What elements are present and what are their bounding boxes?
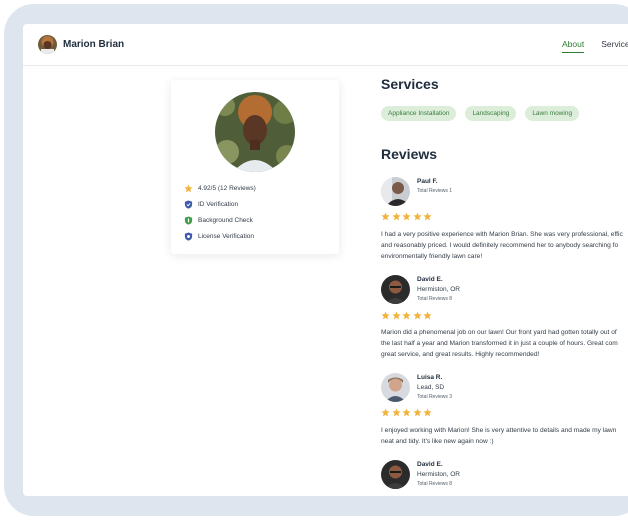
review-text: I enjoyed working with Marion! She is ve… bbox=[381, 427, 617, 445]
reviewer-avatar bbox=[381, 275, 410, 304]
reviewer-total: Total Reviews 8 bbox=[417, 481, 453, 487]
reviewer-avatar bbox=[381, 177, 410, 206]
shield-check-icon bbox=[184, 199, 193, 209]
reviewer-meta: David E. Hermiston, OR Total Reviews 8 bbox=[417, 460, 460, 489]
nav-tab-about[interactable]: About bbox=[562, 39, 585, 53]
star-rating bbox=[381, 311, 432, 320]
star-icon bbox=[184, 183, 193, 192]
service-chip[interactable]: Landscaping bbox=[465, 106, 517, 121]
reviewer-name: David E. bbox=[417, 461, 443, 468]
review-text: I had a very positive experience with Ma… bbox=[381, 231, 623, 260]
main-nav: About Services bbox=[562, 39, 628, 53]
check-background: Background Check bbox=[184, 212, 256, 228]
star-icon bbox=[412, 212, 422, 221]
profile-name: Marion Brian bbox=[63, 39, 125, 50]
star-icon bbox=[391, 212, 401, 221]
check-label: ID Verification bbox=[198, 200, 239, 208]
profile-card: 4.92/5 (12 Reviews) ID Verification Back… bbox=[171, 80, 339, 254]
star-rating bbox=[381, 212, 432, 221]
star-icon bbox=[402, 311, 411, 320]
reviewer-location: Hermiston, OR bbox=[417, 286, 460, 293]
star-icon bbox=[423, 212, 432, 221]
check-label: License Verification bbox=[198, 232, 255, 240]
reviewer-meta: Luisa R. Lead, SD Total Reviews 3 bbox=[417, 373, 452, 402]
service-chip[interactable]: Lawn mowing bbox=[525, 106, 580, 121]
service-chips: Appliance Installation Landscaping Lawn … bbox=[381, 106, 580, 121]
nav-tab-services[interactable]: Services bbox=[601, 39, 628, 53]
reviewer-meta: Paul F. Total Reviews 1 bbox=[417, 177, 452, 206]
reviewer-total: Total Reviews 8 bbox=[417, 296, 453, 302]
reviewer-avatar bbox=[381, 460, 410, 489]
check-license: License Verification bbox=[184, 228, 256, 244]
services-heading: Services bbox=[381, 76, 439, 92]
reviewer-total: Total Reviews 1 bbox=[417, 188, 453, 194]
star-icon bbox=[402, 212, 411, 221]
brand[interactable]: Marion Brian bbox=[38, 35, 124, 54]
reviews-heading: Reviews bbox=[381, 146, 438, 162]
reviewer-meta: David E. Hermiston, OR Total Reviews 8 bbox=[417, 275, 460, 304]
review-header: Paul F. Total Reviews 1 bbox=[381, 177, 452, 206]
check-label: Background Check bbox=[198, 216, 253, 224]
profile-photo bbox=[215, 92, 295, 172]
star-icon bbox=[381, 408, 390, 417]
reviewer-name: David E. bbox=[417, 276, 443, 283]
check-id-verification: ID Verification bbox=[184, 196, 256, 212]
review-header: David E. Hermiston, OR Total Reviews 8 bbox=[381, 275, 460, 304]
star-icon bbox=[391, 408, 401, 417]
review-header: David E. Hermiston, OR Total Reviews 8 bbox=[381, 460, 460, 489]
top-navigation-bar: Marion Brian About Services bbox=[23, 24, 628, 66]
star-icon bbox=[402, 408, 411, 417]
reviewer-location: Hermiston, OR bbox=[417, 471, 460, 478]
reviewer-avatar bbox=[381, 373, 410, 402]
shield-star-icon bbox=[184, 231, 193, 241]
rating-row: 4.92/5 (12 Reviews) bbox=[184, 180, 256, 196]
review-text: Marion did a phenomenal job on our lawn!… bbox=[381, 329, 618, 358]
header-avatar bbox=[38, 35, 57, 54]
reviewer-total: Total Reviews 3 bbox=[417, 394, 453, 400]
star-icon bbox=[381, 212, 390, 221]
star-icon bbox=[423, 311, 432, 320]
star-icon bbox=[391, 311, 401, 320]
app-screen: Marion Brian About Services bbox=[23, 24, 628, 496]
star-icon bbox=[423, 408, 432, 417]
rating-text: 4.92/5 (12 Reviews) bbox=[198, 184, 256, 192]
reviewer-name: Luisa R. bbox=[417, 374, 443, 381]
reviewer-location: Lead, SD bbox=[417, 384, 445, 391]
star-icon bbox=[381, 311, 390, 320]
reviewer-name: Paul F. bbox=[417, 178, 438, 185]
service-chip[interactable]: Appliance Installation bbox=[381, 106, 457, 121]
verification-list: 4.92/5 (12 Reviews) ID Verification Back… bbox=[184, 180, 256, 244]
star-icon bbox=[412, 311, 422, 320]
star-icon bbox=[412, 408, 422, 417]
star-rating bbox=[381, 408, 432, 417]
review-header: Luisa R. Lead, SD Total Reviews 3 bbox=[381, 373, 452, 402]
shield-badge-icon bbox=[184, 215, 193, 225]
